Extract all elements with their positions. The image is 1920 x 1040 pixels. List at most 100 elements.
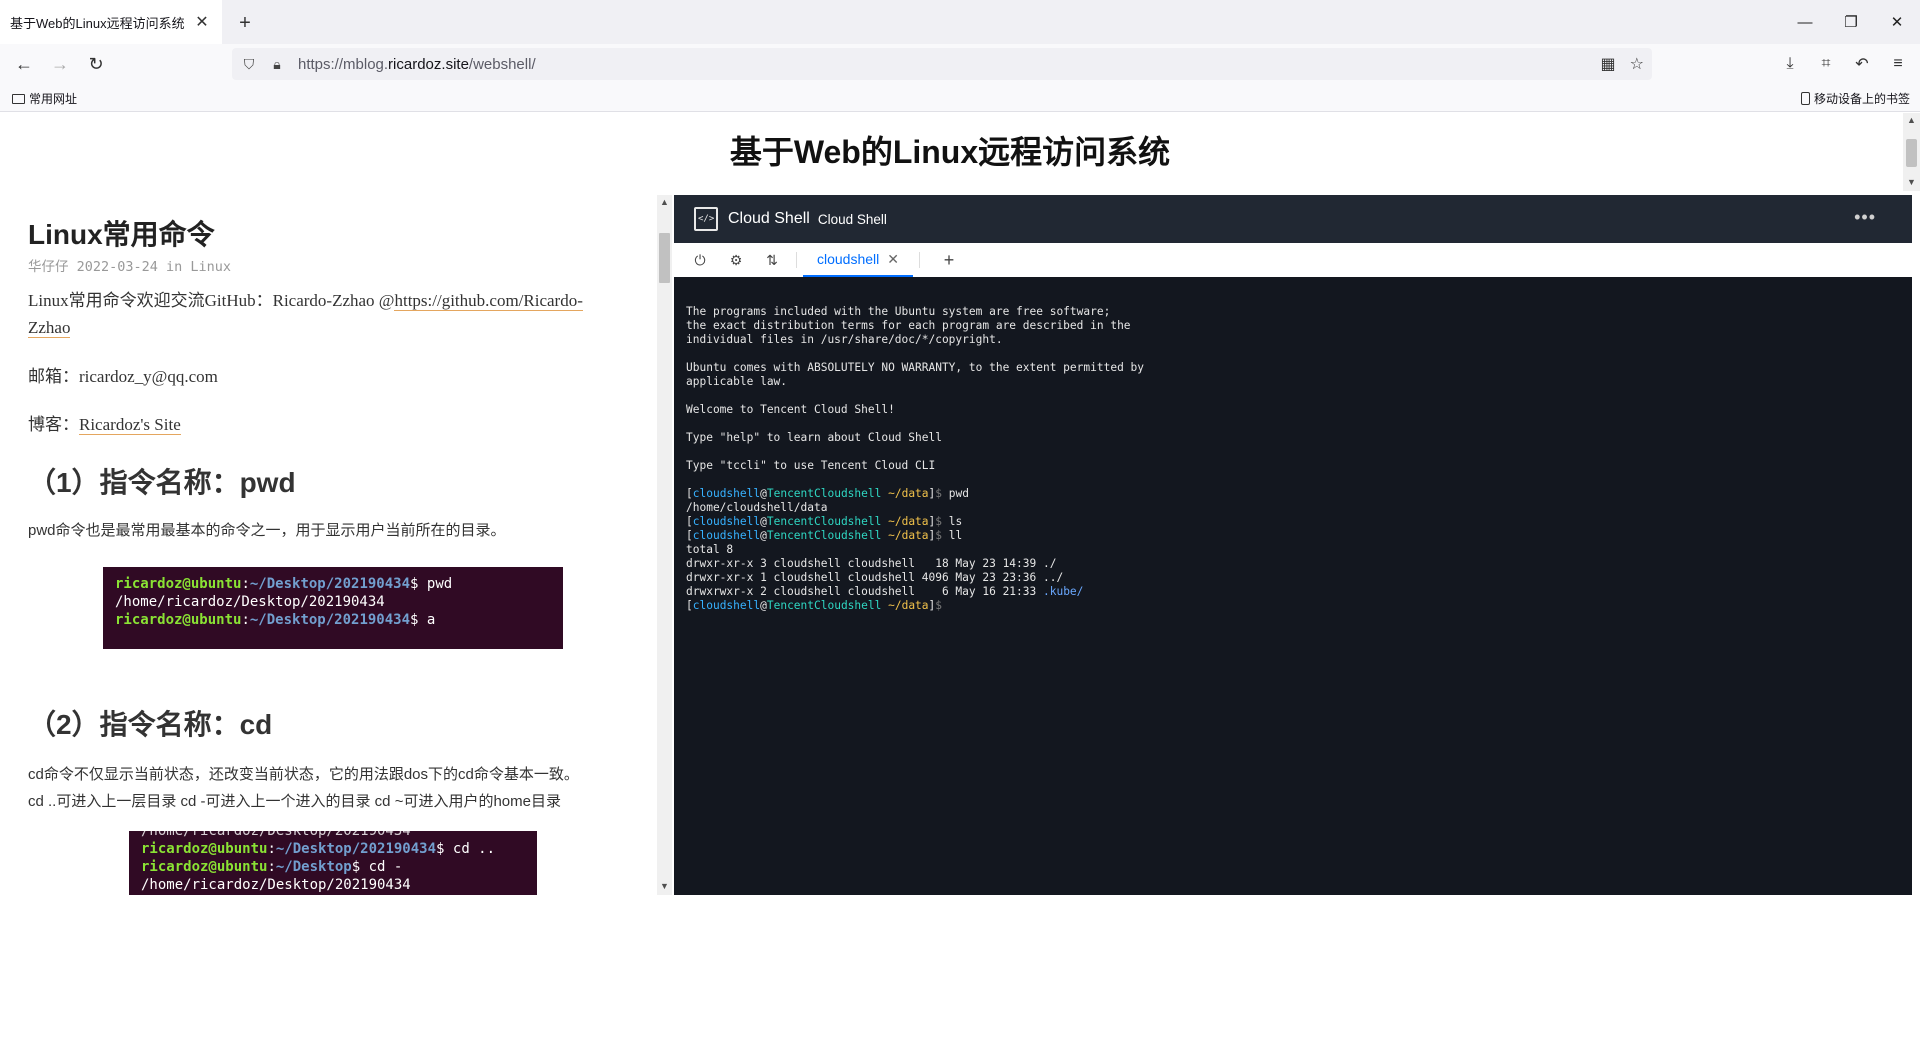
prompt-path: ~/data [881, 487, 929, 500]
prompt-at: @ [760, 487, 767, 500]
lock-icon[interactable]: 🔒︎ [266, 56, 288, 73]
terminal-line: individual files in /usr/share/doc/*/cop… [686, 333, 1003, 346]
post-meta: 华仔仔 2022-03-24 in Linux [28, 259, 232, 275]
page-scrollbar[interactable]: ▲ ▼ [1903, 113, 1920, 191]
site-link[interactable]: Ricardoz's Site [79, 415, 181, 435]
prompt-at: @ [760, 529, 767, 542]
cloud-shell-subtitle: Cloud Shell [817, 211, 887, 227]
add-tab-button[interactable]: + [932, 243, 966, 277]
terminal-command: ls [948, 515, 963, 528]
browser-nav-bar: ← → ↻ ⛉ 🔒︎ https://mblog.ricardoz.site/w… [0, 44, 1920, 84]
prompt-bracket: [ [686, 487, 693, 500]
term-cmd: $ cd - [351, 859, 403, 875]
term-path: ~/Desktop/202190434 [275, 841, 437, 857]
tab-close-icon[interactable]: ✕ [192, 12, 212, 32]
tab-label: cloudshell [817, 251, 880, 267]
scroll-down-arrow-icon[interactable]: ▼ [657, 881, 672, 891]
shield-icon[interactable]: ⛉ [238, 56, 260, 73]
close-tab-icon[interactable]: ✕ [887, 251, 899, 268]
tab-title: 基于Web的Linux远程访问系统 [10, 15, 185, 31]
terminal-command: pwd [948, 487, 969, 500]
url-text[interactable]: https://mblog.ricardoz.site/webshell/ [298, 56, 536, 73]
terminal-screenshot-cd: /home/ricardoz/Desktop/202190434 ricardoz… [129, 831, 537, 895]
term-path: ~/Desktop [275, 859, 352, 875]
listing-details: drwxrwxr-x 2 cloudshell cloudshell 6 May… [686, 585, 1043, 598]
menu-icon[interactable]: ≡ [1884, 50, 1912, 78]
email-value: ricardoz_y@qq.com [79, 367, 218, 386]
prompt-bracket: [ [686, 599, 693, 612]
terminal-listing-line: drwxr-xr-x 3 cloudshell cloudshell 18 Ma… [686, 557, 1896, 571]
back-arrow-icon[interactable]: ← [10, 50, 38, 78]
new-tab-button[interactable]: + [232, 10, 258, 36]
cloud-shell-logo-icon [694, 207, 718, 231]
terminal-listing-line: drwxrwxr-x 2 cloudshell cloudshell 6 May… [686, 585, 1896, 599]
term-user: ricardoz@ubuntu [115, 576, 242, 592]
download-icon[interactable]: ⤓ [1776, 50, 1804, 78]
prompt-symbol: $ [935, 487, 949, 500]
listing-name: ./ [1042, 557, 1057, 570]
prompt-user: cloudshell [692, 515, 761, 528]
folder-icon [12, 93, 25, 104]
scroll-up-arrow-icon[interactable]: ▲ [657, 197, 672, 207]
settings-icon[interactable]: ⚙ [718, 243, 754, 277]
page-scroll-thumb[interactable] [1906, 139, 1917, 167]
screenshot-crop-icon[interactable]: ⌗ [1812, 50, 1840, 78]
prompt-symbol: $ [935, 599, 949, 612]
url-bar[interactable]: ⛉ 🔒︎ https://mblog.ricardoz.site/webshel… [232, 48, 1652, 80]
blog-scrollbar[interactable]: ▲ ▼ [657, 195, 672, 895]
page-title: 基于Web的Linux远程访问系统 [729, 134, 1171, 170]
intro-paragraph: Linux常用命令欢迎交流GitHub：Ricardo-Zzhao @https… [28, 287, 624, 341]
scroll-up-arrow-icon[interactable]: ▲ [1903, 115, 1920, 125]
split-transfer-icon[interactable]: ⇅ [754, 243, 790, 277]
prompt-host: TencentCloudshell [766, 599, 882, 612]
terminal-prompt-line: [cloudshell@TencentCloudshell ~/data]$ l… [686, 515, 1896, 529]
tab-cloudshell[interactable]: cloudshell ✕ [803, 243, 913, 277]
qr-code-icon[interactable]: ▦ [1601, 54, 1616, 74]
terminal-line: the exact distribution terms for each pr… [686, 319, 1131, 332]
power-icon[interactable]: ⏻ [682, 243, 718, 277]
prompt-path: ~/data [881, 515, 929, 528]
terminal-line: applicable law. [686, 375, 788, 388]
undo-icon[interactable]: ↶ [1848, 50, 1876, 78]
bookmark-folder-common[interactable]: 常用网址 [12, 90, 77, 107]
term-output: /home/ricardoz/Desktop/202190434 [141, 877, 411, 893]
blog-frame: Linux常用命令 华仔仔 2022-03-24 in Linux Linux常… [0, 195, 672, 895]
prompt-path: ~/data [881, 529, 929, 542]
mobile-bookmarks[interactable]: 移动设备上的书签 [1800, 90, 1910, 107]
listing-details: drwxr-xr-x 3 cloudshell cloudshell 18 Ma… [686, 557, 1043, 570]
cloud-shell-title: Cloud Shell [728, 210, 810, 227]
forward-arrow-icon[interactable]: → [46, 50, 74, 78]
browser-tab-bar: 基于Web的Linux远程访问系统 ✕ + — ❐ ✕ [0, 0, 1920, 44]
bookmark-star-icon[interactable]: ☆ [1630, 54, 1644, 74]
more-options-icon[interactable]: ••• [1854, 207, 1876, 228]
terminal-output[interactable]: The programs included with the Ubuntu sy… [686, 305, 1896, 613]
bookmark-folder-label: 常用网址 [29, 92, 78, 106]
prompt-at: @ [760, 599, 767, 612]
minimize-icon[interactable]: — [1782, 0, 1828, 44]
terminal-command: ll [948, 529, 963, 542]
term-user: ricardoz@ubuntu [141, 859, 268, 875]
window-close-icon[interactable]: ✕ [1874, 0, 1920, 44]
reload-icon[interactable]: ↻ [82, 50, 110, 78]
bookmarks-bar: 常用网址 移动设备上的书签 [0, 84, 1920, 112]
url-host: ricardoz.site [388, 55, 469, 73]
listing-name: .kube/ [1042, 585, 1084, 598]
prompt-symbol: $ [935, 529, 949, 542]
cloud-shell-header: Cloud Shell Cloud Shell ••• [674, 195, 1912, 243]
term-path: ~/Desktop/202190434 [249, 576, 411, 592]
listing-name: ../ [1042, 571, 1064, 584]
blog-scroll-thumb[interactable] [659, 233, 670, 283]
cloud-shell-tab-bar: ⏻ ⚙ ⇅ cloudshell ✕ + [674, 243, 1912, 277]
term-output: /home/ricardoz/Desktop/202190434 [115, 594, 385, 610]
prompt-host: TencentCloudshell [766, 515, 882, 528]
blog-paragraph: 博客：Ricardoz's Site [28, 411, 181, 438]
restore-icon[interactable]: ❐ [1828, 0, 1874, 44]
scroll-down-arrow-icon[interactable]: ▼ [1903, 177, 1920, 187]
mobile-device-icon [1800, 92, 1810, 105]
prompt-user: cloudshell [692, 529, 761, 542]
browser-tab-active[interactable]: 基于Web的Linux远程访问系统 ✕ [0, 0, 222, 44]
intro-text: Linux常用命令欢迎交流GitHub：Ricardo-Zzhao @ [28, 291, 395, 310]
